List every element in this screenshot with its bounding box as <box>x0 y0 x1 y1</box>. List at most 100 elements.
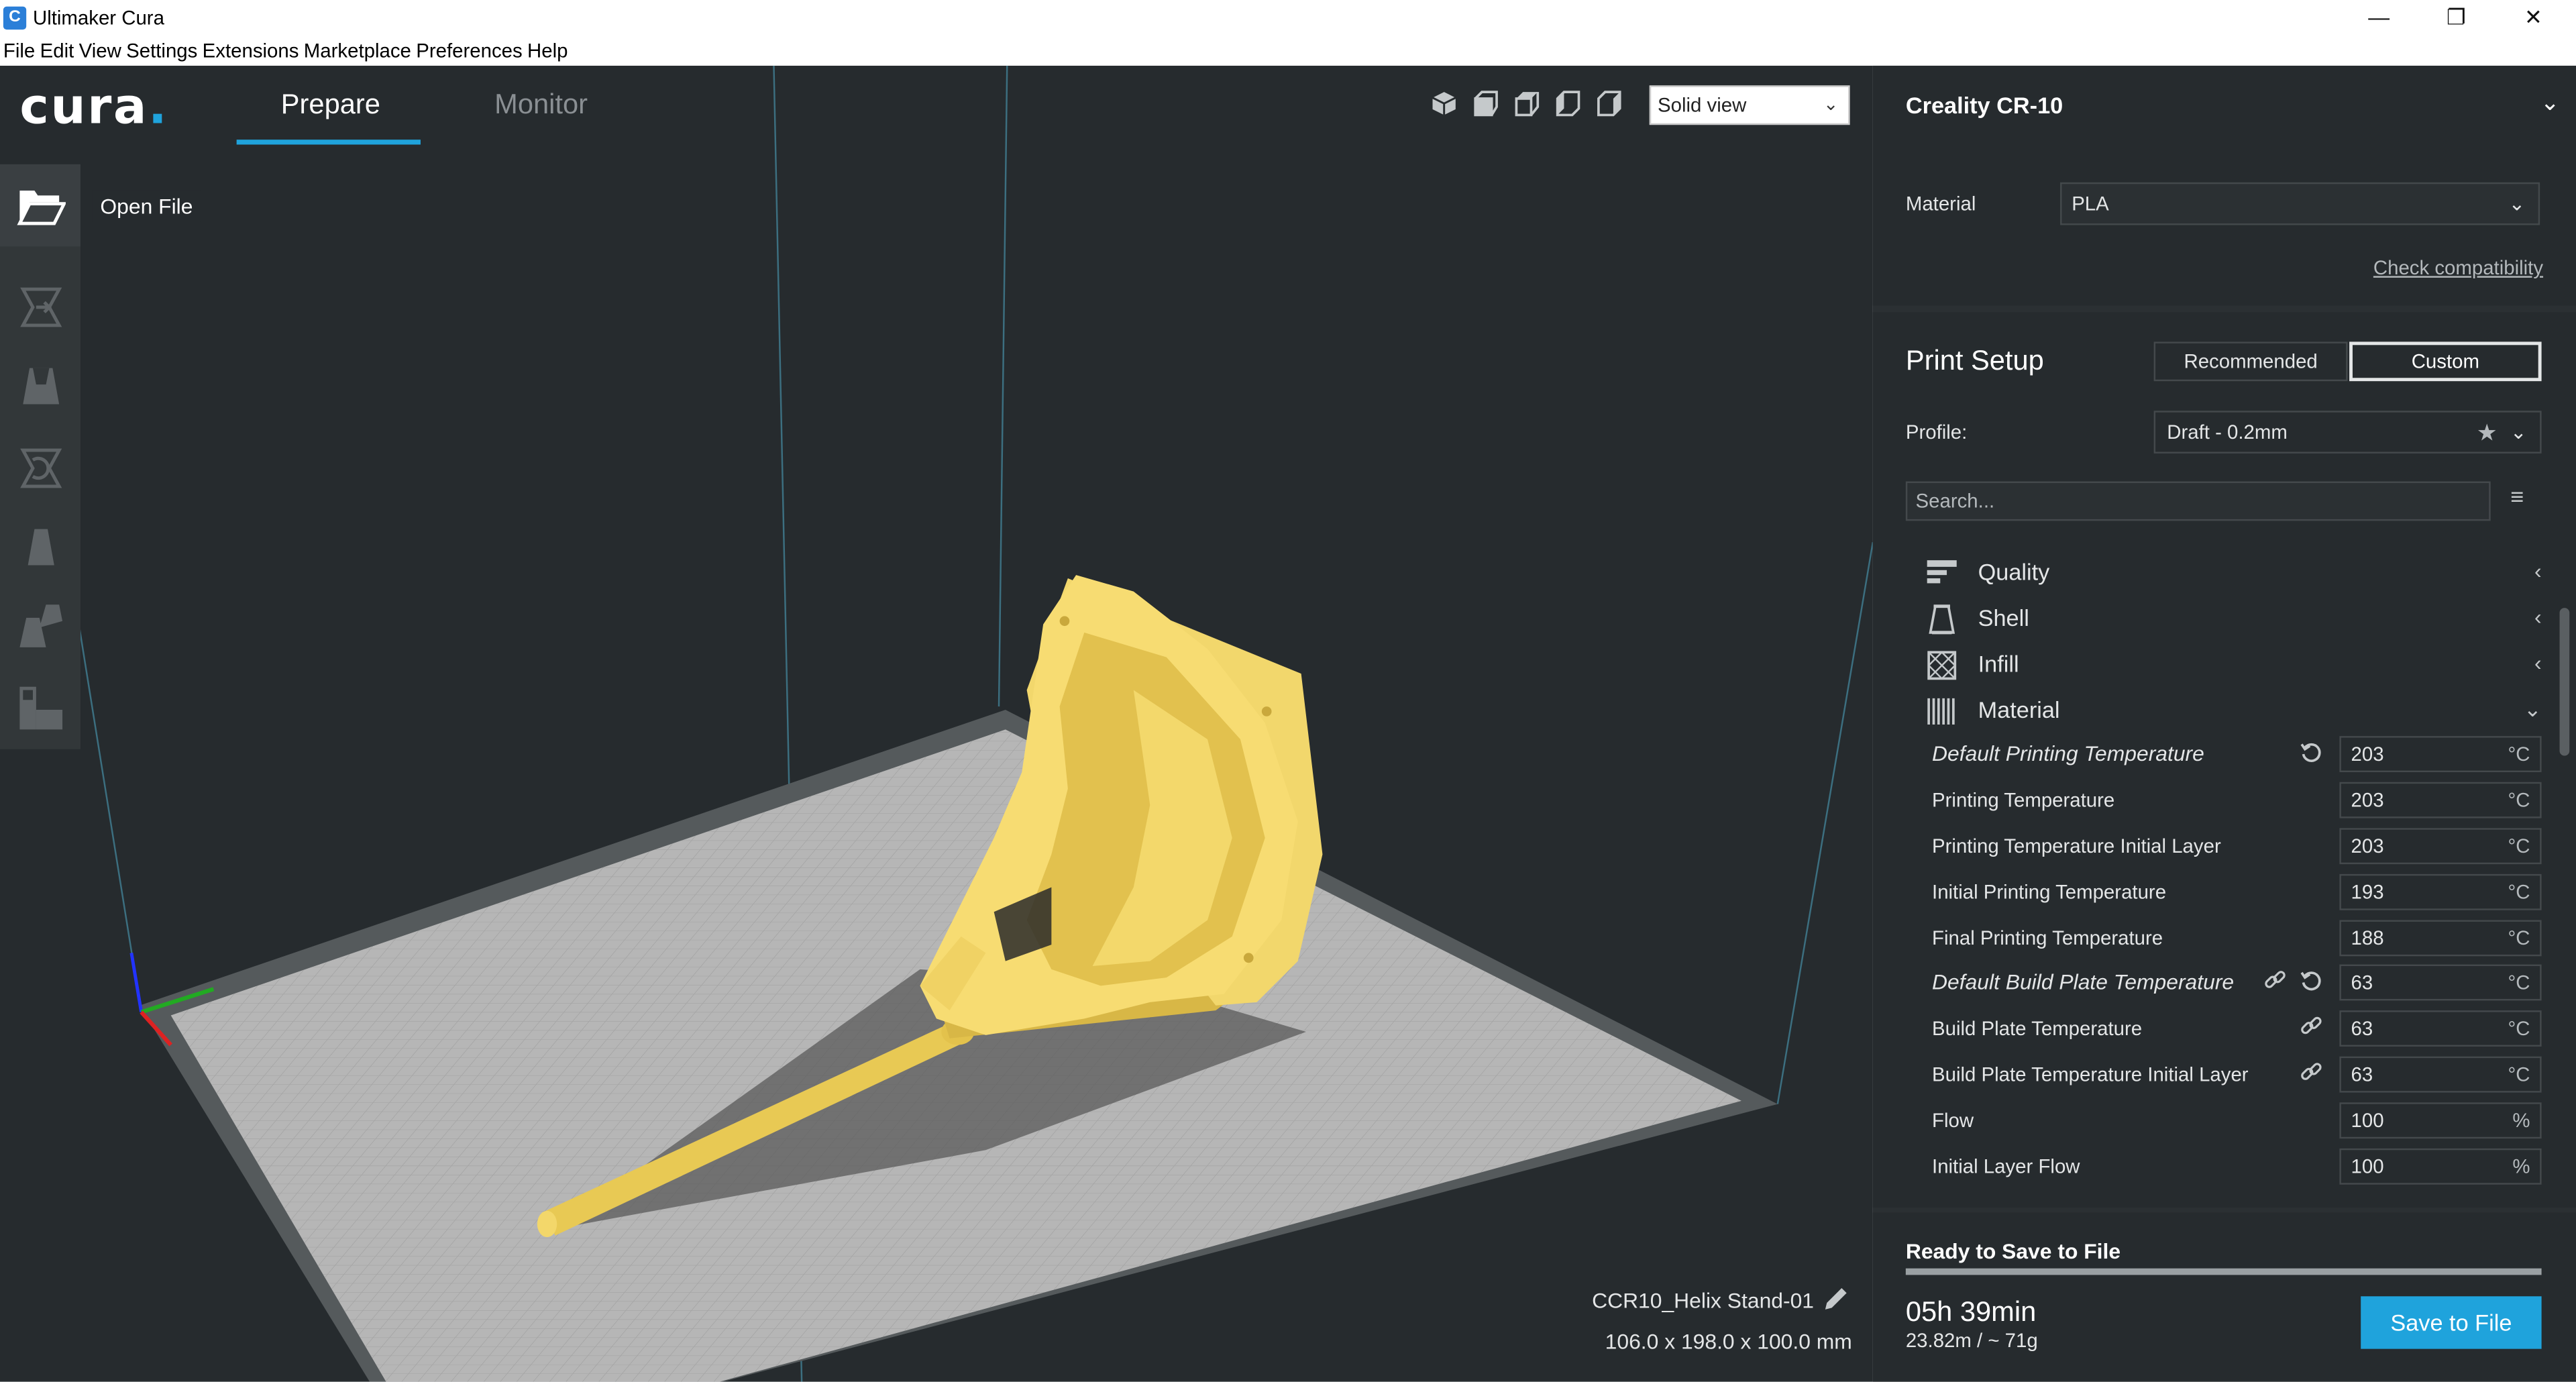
volume-edge-line <box>1776 541 1873 1104</box>
material-usage: 23.82m / ~ 71g <box>1905 1329 2038 1352</box>
category-quality[interactable]: Quality ‹ <box>1925 553 2542 593</box>
category-infill[interactable]: Infill ‹ <box>1925 645 2542 685</box>
menu-file[interactable]: File <box>3 36 35 66</box>
setting-build-plate-temperature: Build Plate Temperature 63 °C <box>1932 1009 2542 1049</box>
profile-dropdown[interactable]: Draft - 0.2mm ★ ⌄ <box>2153 411 2542 454</box>
menu-extensions[interactable]: Extensions <box>203 36 299 66</box>
setting-value-field[interactable]: 203 °C <box>2339 736 2542 773</box>
infill-icon <box>1927 651 1957 680</box>
build-volume-scene[interactable] <box>0 65 1873 1382</box>
chevron-down-icon[interactable]: ⌄ <box>2540 89 2560 117</box>
edit-name-pencil-icon[interactable] <box>1820 1285 1849 1314</box>
menu-edit[interactable]: Edit <box>40 36 74 66</box>
settings-search-input[interactable]: Search... <box>1905 481 2491 521</box>
check-compatibility-link[interactable]: Check compatibility <box>2373 256 2543 279</box>
window-title: Ultimaker Cura <box>32 6 164 30</box>
setting-flow: Flow 100% <box>1932 1101 2542 1140</box>
cura-app-icon: C <box>3 6 27 30</box>
recommended-mode-button[interactable]: Recommended <box>2153 341 2348 382</box>
setting-value-field[interactable]: 63 °C <box>2339 1010 2542 1047</box>
category-shell[interactable]: Shell ‹ <box>1925 600 2542 639</box>
maximize-button[interactable]: ❐ <box>2432 3 2481 33</box>
stage-header: cura. Prepare Monitor <box>0 66 1873 145</box>
setting-value-field[interactable]: 203 °C <box>2339 828 2542 865</box>
chevron-left-icon: ‹ <box>2534 650 2542 676</box>
setting-initial-printing-temperature: Initial Printing Temperature 193 °C <box>1932 872 2542 912</box>
setting-value-field[interactable]: 193 °C <box>2339 873 2542 910</box>
menu-icon[interactable]: ≡ <box>2510 483 2524 509</box>
setting-default-printing-temperature: Default Printing Temperature 203 °C <box>1932 735 2542 774</box>
setting-printing-temperature-initial-layer: Printing Temperature Initial Layer 203 °C <box>1932 827 2542 866</box>
menu-view[interactable]: View <box>79 36 121 66</box>
title-bar: C Ultimaker Cura — ❐ ✕ <box>0 0 2576 36</box>
setting-value-field[interactable]: 100% <box>2339 1148 2542 1185</box>
save-to-file-button[interactable]: Save to File <box>2361 1296 2542 1349</box>
tool-sidebar <box>0 164 81 749</box>
tab-prepare[interactable]: Prepare <box>281 89 380 121</box>
chevron-left-icon: ‹ <box>2534 558 2542 584</box>
slice-status: Ready to Save to File <box>1905 1238 2121 1264</box>
open-file-button[interactable] <box>0 164 81 247</box>
3d-viewport[interactable] <box>0 65 1873 1382</box>
cura-logo: cura. <box>19 78 169 137</box>
menu-settings[interactable]: Settings <box>126 36 197 66</box>
reset-icon[interactable] <box>2300 741 2323 763</box>
support-blocker-icon[interactable] <box>16 684 65 733</box>
setting-value-field[interactable]: 100% <box>2339 1102 2542 1139</box>
scrollbar-thumb[interactable] <box>2559 608 2570 756</box>
reset-icon[interactable] <box>2300 969 2323 992</box>
print-setup-panel: Print Setup Recommended Custom Profile: … <box>1872 312 2576 1208</box>
chevron-down-icon: ⌄ <box>2508 192 2526 215</box>
star-icon[interactable]: ★ <box>2477 413 2498 452</box>
move-tool-icon[interactable] <box>16 282 65 331</box>
shell-icon <box>1929 604 1955 635</box>
open-file-tooltip: Open File <box>92 191 201 222</box>
folder-icon <box>17 191 66 225</box>
left-view-icon[interactable] <box>1552 89 1582 118</box>
per-model-settings-icon[interactable] <box>16 601 65 650</box>
profile-label: Profile: <box>1905 420 1968 444</box>
tab-monitor[interactable]: Monitor <box>494 89 588 121</box>
minimize-button[interactable]: — <box>2354 3 2403 33</box>
rotate-tool-icon[interactable] <box>16 443 65 492</box>
setting-printing-temperature: Printing Temperature 203 °C <box>1932 780 2542 820</box>
setting-default-build-plate-temperature: Default Build Plate Temperature 63 °C <box>1932 963 2542 1002</box>
settings-scrollbar[interactable] <box>2559 608 2570 854</box>
link-icon[interactable] <box>2300 1015 2323 1038</box>
settings-panel: Creality CR-10 ⌄ Material PLA ⌄ Check com… <box>1872 65 2576 1382</box>
quality-icon <box>1927 560 1957 584</box>
menu-help[interactable]: Help <box>527 36 568 66</box>
setting-value-field[interactable]: 203 °C <box>2339 782 2542 818</box>
top-view-icon[interactable] <box>1511 89 1541 118</box>
material-dropdown[interactable]: PLA ⌄ <box>2060 182 2540 225</box>
chevron-down-icon: ⌄ <box>2523 696 2542 722</box>
chevron-down-icon: ⌄ <box>1823 95 1839 115</box>
cura-window: C Ultimaker Cura — ❐ ✕ File Edit View Setti… <box>0 0 2576 1382</box>
setting-value-field[interactable]: 188 °C <box>2339 920 2542 957</box>
z-axis-line <box>129 953 144 1012</box>
object-name: CCR10_Helix Stand-01 <box>1592 1288 1815 1313</box>
setting-initial-layer-flow: Initial Layer Flow 100% <box>1932 1147 2542 1186</box>
category-material[interactable]: Material ⌄ <box>1925 692 2542 731</box>
3d-view-icon[interactable] <box>1430 89 1459 118</box>
scale-tool-icon[interactable] <box>16 362 65 411</box>
link-icon[interactable] <box>2300 1061 2323 1084</box>
setting-build-plate-temperature-initial-layer: Build Plate Temperature Initial Layer 63… <box>1932 1055 2542 1094</box>
output-panel: Ready to Save to File 05h 39min 23.82m /… <box>1872 1212 2576 1382</box>
right-view-icon[interactable] <box>1594 89 1623 118</box>
menu-preferences[interactable]: Preferences <box>416 36 522 66</box>
material-icon <box>1927 698 1955 725</box>
mirror-tool-icon[interactable] <box>16 523 65 572</box>
chevron-left-icon: ‹ <box>2534 604 2542 629</box>
view-mode-dropdown[interactable]: Solid view ⌄ <box>1649 85 1850 125</box>
setting-value-field[interactable]: 63 °C <box>2339 1056 2542 1093</box>
setting-value-field[interactable]: 63 °C <box>2339 964 2542 1001</box>
object-dimensions: 106.0 x 198.0 x 100.0 mm <box>1605 1329 1852 1354</box>
printer-name[interactable]: Creality CR-10 <box>1906 92 2063 118</box>
close-button[interactable]: ✕ <box>2509 3 2558 33</box>
volume-edge-line <box>998 65 1008 707</box>
custom-mode-button[interactable]: Custom <box>2349 341 2542 382</box>
link-icon[interactable] <box>2264 969 2287 992</box>
front-view-icon[interactable] <box>1470 89 1500 118</box>
menu-marketplace[interactable]: Marketplace <box>304 36 411 66</box>
